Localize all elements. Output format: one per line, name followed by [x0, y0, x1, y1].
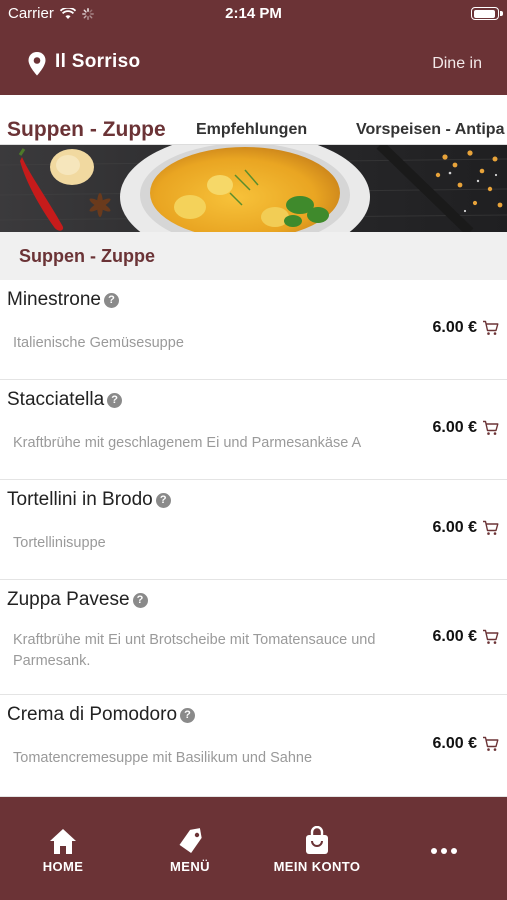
- menu-item-title: Minestrone: [7, 289, 101, 310]
- add-to-cart-icon[interactable]: [482, 320, 499, 336]
- menu-item[interactable]: Zuppa Pavese ? Kraftbrühe mit Ei unt Bro…: [0, 580, 507, 695]
- info-icon[interactable]: ?: [132, 592, 148, 608]
- menu-item-name: Minestrone ?: [7, 289, 119, 311]
- menu-item-name: Tortellini in Brodo ?: [7, 489, 171, 511]
- menu-item[interactable]: Minestrone ? Italienische Gemüsesuppe 6.…: [0, 280, 507, 380]
- add-to-cart-icon[interactable]: [482, 736, 499, 752]
- menu-item-title: Crema di Pomodoro: [7, 704, 178, 725]
- nav-menu-label: MENÜ: [170, 859, 210, 874]
- menu-item-name: Stacciatella ?: [7, 389, 123, 411]
- nav-home-label: HOME: [42, 859, 84, 874]
- category-banner-image: [0, 145, 507, 232]
- menu-item-description: Tomatencremesuppe mit Basilikum und Sahn…: [13, 750, 313, 766]
- menu-item-description: Italienische Gemüsesuppe: [13, 335, 184, 351]
- bag-icon: [306, 826, 328, 854]
- menu-item-description: Kraftbrühe mit geschlagenem Ei und Parme…: [13, 435, 362, 451]
- add-to-cart-icon[interactable]: [482, 520, 499, 536]
- more-icon: [431, 848, 457, 854]
- tag-icon: [179, 828, 202, 853]
- menu-item-name: Zuppa Pavese ?: [7, 589, 148, 611]
- category-tabs: Suppen - Zuppe Empfehlungen Vorspeisen -…: [0, 95, 507, 145]
- menu-item-description: Tortellinisuppe: [13, 535, 106, 551]
- menu-item[interactable]: Crema di Pomodoro ? Tomatencremesuppe mi…: [0, 695, 507, 797]
- status-bar: Carrier 2:14 PM: [0, 0, 507, 28]
- add-to-cart-icon[interactable]: [482, 420, 499, 436]
- menu-item-price: 6.00 €: [432, 735, 477, 752]
- location-pin-icon[interactable]: [28, 52, 46, 76]
- nav-home[interactable]: HOME: [8, 823, 118, 874]
- restaurant-name[interactable]: Il Sorriso: [55, 51, 140, 73]
- nav-account-label: MEIN KONTO: [273, 859, 361, 874]
- menu-item-title: Stacciatella: [7, 389, 105, 410]
- info-icon[interactable]: ?: [107, 392, 123, 408]
- add-to-cart-icon[interactable]: [482, 629, 499, 645]
- app-header: Il Sorriso Dine in: [0, 28, 507, 95]
- tab-vorspeisen[interactable]: Vorspeisen - Antipa: [356, 95, 504, 144]
- clock: 2:14 PM: [225, 5, 282, 22]
- menu-item-description: Kraftbrühe mit Ei unt Brotscheibe mit To…: [13, 632, 376, 669]
- menu-item[interactable]: Tortellini in Brodo ? Tortellinisuppe 6.…: [0, 480, 507, 580]
- tab-suppen-zuppe[interactable]: Suppen - Zuppe: [7, 95, 166, 144]
- info-icon[interactable]: ?: [180, 707, 196, 723]
- info-icon[interactable]: ?: [104, 292, 119, 308]
- battery-icon: [471, 7, 503, 20]
- section-title: Suppen - Zuppe: [19, 246, 155, 266]
- menu-item-title: Tortellini in Brodo: [7, 489, 153, 510]
- bottom-navigation: HOME MENÜ MEIN KONTO: [0, 797, 507, 900]
- menu-item-price: 6.00 €: [432, 519, 477, 536]
- home-icon: [50, 829, 76, 854]
- nav-menu[interactable]: MENÜ: [135, 823, 245, 874]
- menu-item-price: 6.00 €: [432, 419, 477, 436]
- menu-item-price: 6.00 €: [432, 319, 477, 336]
- tab-empfehlungen[interactable]: Empfehlungen: [196, 95, 307, 144]
- section-header: Suppen - Zuppe: [0, 232, 507, 280]
- nav-account[interactable]: MEIN KONTO: [262, 823, 372, 874]
- nav-more[interactable]: [389, 823, 499, 859]
- menu-item-name: Crema di Pomodoro ?: [7, 704, 196, 726]
- dine-mode-selector[interactable]: Dine in: [432, 55, 482, 73]
- menu-item[interactable]: Stacciatella ? Kraftbrühe mit geschlagen…: [0, 380, 507, 480]
- menu-item-title: Zuppa Pavese: [7, 589, 130, 610]
- menu-item-price: 6.00 €: [432, 628, 477, 645]
- info-icon[interactable]: ?: [155, 492, 171, 508]
